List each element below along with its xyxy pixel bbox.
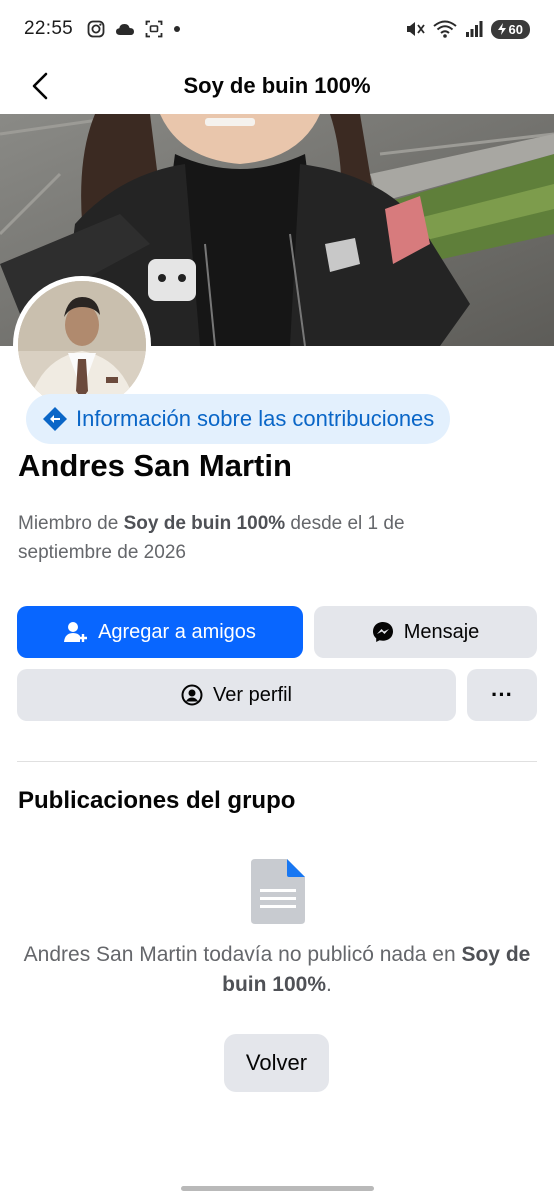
user-circle-icon	[181, 684, 203, 706]
membership-prefix: Miembro de	[18, 513, 124, 534]
membership-group-name: Soy de buin 100%	[123, 513, 286, 534]
more-options-icon: ···	[491, 682, 513, 707]
message-label: Mensaje	[403, 620, 480, 643]
status-bar: 22:55 60	[0, 0, 554, 58]
more-options-button[interactable]: ···	[467, 669, 537, 721]
group-posts-title: Publicaciones del grupo	[18, 787, 296, 814]
message-button[interactable]: Mensaje	[314, 606, 537, 658]
add-friend-button[interactable]: Agregar a amigos	[17, 606, 303, 658]
top-nav: Soy de buin 100%	[0, 58, 554, 114]
back-return-button[interactable]: Volver	[224, 1034, 329, 1092]
chevron-left-icon	[32, 72, 48, 100]
add-friend-icon	[64, 622, 88, 642]
battery-icon: 60	[490, 19, 530, 39]
mute-icon	[406, 22, 425, 36]
messenger-icon	[372, 622, 393, 642]
cloud-icon	[116, 24, 135, 35]
empty-posts-prefix: Andres San Martin todavía no publicó nad…	[23, 943, 462, 966]
empty-posts-message: Andres San Martin todavía no publicó nad…	[0, 940, 554, 1000]
back-return-label: Volver	[245, 1050, 308, 1075]
status-time: 22:55	[24, 18, 74, 39]
instagram-icon	[87, 20, 105, 38]
contribution-badge-icon	[43, 407, 67, 431]
screen-capture-icon	[145, 20, 163, 38]
profile-name: Andres San Martin	[18, 448, 292, 483]
dot-icon	[174, 26, 181, 32]
membership-info: Miembro de Soy de buin 100% desde el 1 d…	[18, 509, 488, 567]
status-left-icons	[87, 20, 181, 38]
view-profile-button[interactable]: Ver perfil	[17, 669, 456, 721]
signal-icon	[465, 21, 483, 37]
document-icon	[251, 859, 305, 924]
wifi-icon	[432, 20, 457, 38]
contributions-info-button[interactable]: Información sobre las contribuciones	[26, 394, 451, 444]
battery-level: 60	[508, 21, 523, 37]
empty-posts-suffix: .	[326, 973, 332, 996]
back-button[interactable]	[22, 68, 58, 104]
page-title: Soy de buin 100%	[183, 73, 371, 98]
section-divider	[17, 761, 537, 762]
status-right-icons: 60	[405, 19, 530, 39]
add-friend-label: Agregar a amigos	[98, 620, 256, 643]
contributions-info-label: Información sobre las contribuciones	[76, 406, 435, 431]
view-profile-label: Ver perfil	[213, 683, 292, 706]
home-indicator[interactable]	[181, 1186, 374, 1191]
